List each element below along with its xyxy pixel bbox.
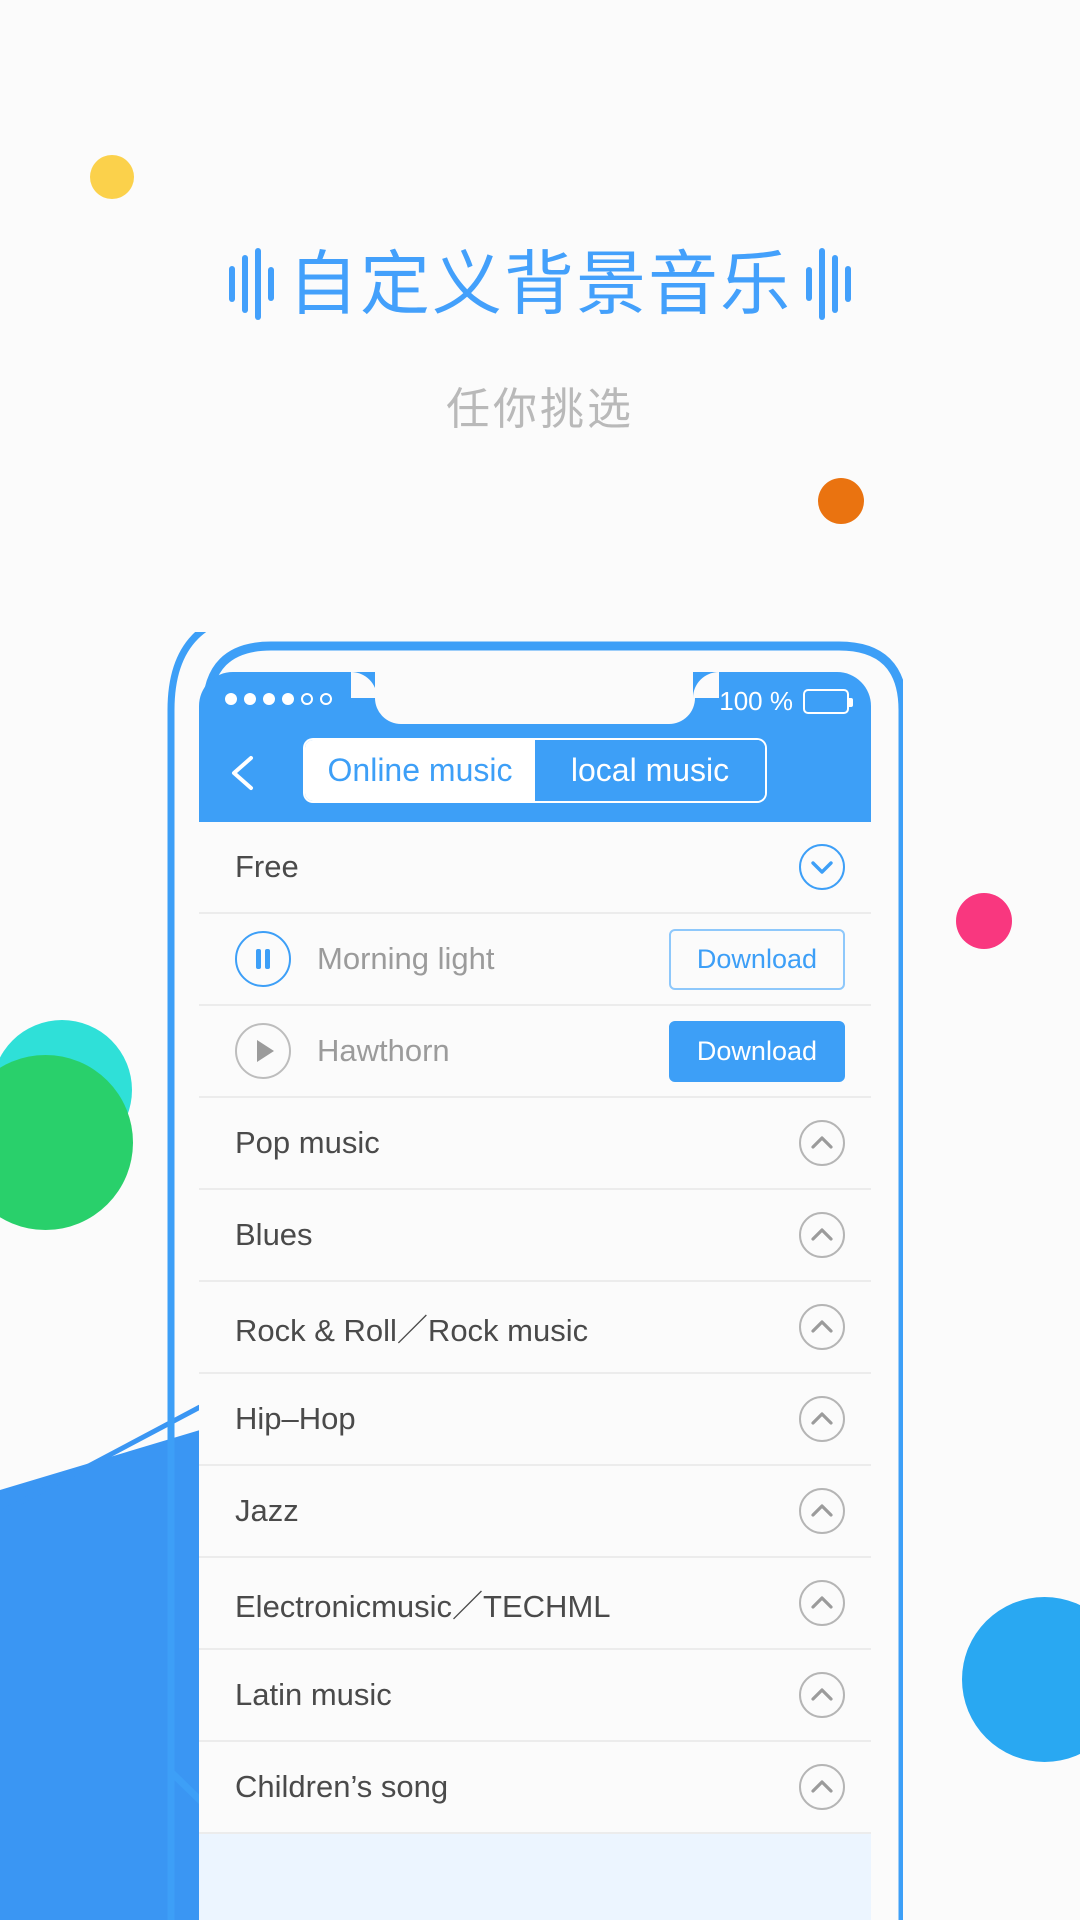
chevron-up-icon[interactable] bbox=[799, 1212, 845, 1258]
battery-icon bbox=[803, 689, 853, 714]
music-list: Free Morning light Download Hawthorn Dow… bbox=[199, 822, 871, 1920]
genre-label: Latin music bbox=[235, 1677, 392, 1712]
chevron-up-icon[interactable] bbox=[799, 1488, 845, 1534]
chevron-left-icon bbox=[232, 756, 253, 790]
sound-wave-icon-right bbox=[806, 248, 851, 320]
track-row[interactable]: Morning light Download bbox=[199, 914, 871, 1006]
genre-row[interactable]: Latin music bbox=[199, 1650, 871, 1742]
decor-dot-yellow bbox=[90, 155, 134, 199]
genre-label: Children’s song bbox=[235, 1769, 449, 1804]
decor-dot-orange bbox=[818, 478, 864, 524]
pause-icon[interactable] bbox=[235, 931, 291, 987]
download-button[interactable]: Download bbox=[668, 1020, 845, 1082]
genre-label: Blues bbox=[235, 1217, 313, 1252]
genre-label: Rock & Roll／Rock music bbox=[235, 1312, 589, 1348]
chevron-up-icon[interactable] bbox=[799, 1580, 845, 1626]
track-title: Morning light bbox=[317, 941, 495, 976]
chevron-up-icon[interactable] bbox=[799, 1120, 845, 1166]
tab-local-music[interactable]: local music bbox=[535, 740, 765, 801]
decor-dot-blue bbox=[962, 1597, 1080, 1762]
sound-wave-icon-left bbox=[229, 248, 274, 320]
tab-online-music[interactable]: Online music bbox=[305, 740, 535, 801]
battery-percent-label: 100 % bbox=[719, 686, 793, 716]
page-title-text: 自定义背景音乐 bbox=[288, 243, 792, 325]
genre-row[interactable]: Electronicmusic／TECHML bbox=[199, 1558, 871, 1650]
genre-label: Electronicmusic／TECHML bbox=[235, 1588, 611, 1624]
notch-corner-right bbox=[693, 672, 719, 698]
genre-row[interactable]: Jazz bbox=[199, 1466, 871, 1558]
back-button[interactable] bbox=[221, 750, 267, 796]
chevron-down-icon[interactable] bbox=[799, 844, 845, 890]
chevron-up-icon[interactable] bbox=[799, 1764, 845, 1810]
decor-dot-pink bbox=[956, 893, 1012, 949]
battery-status: 100 % bbox=[719, 686, 853, 717]
signal-strength-icon bbox=[225, 693, 332, 705]
genre-row[interactable]: Children’s song bbox=[199, 1742, 871, 1834]
source-tab-group: Online music local music bbox=[305, 740, 765, 801]
section-header-free[interactable]: Free bbox=[199, 822, 871, 914]
notch-corner-left bbox=[351, 672, 377, 698]
genre-row[interactable]: Rock & Roll／Rock music bbox=[199, 1282, 871, 1374]
page-title: 自定义背景音乐 bbox=[0, 248, 1080, 320]
genre-label: Pop music bbox=[235, 1125, 380, 1160]
list-footer-area bbox=[199, 1834, 871, 1920]
chevron-up-icon[interactable] bbox=[799, 1304, 845, 1350]
phone-notch bbox=[375, 672, 695, 724]
track-row[interactable]: Hawthorn Download bbox=[199, 1006, 871, 1098]
genre-row[interactable]: Blues bbox=[199, 1190, 871, 1282]
phone-screen: 100 % Online music local music Free Morn… bbox=[199, 672, 871, 1920]
chevron-up-icon[interactable] bbox=[799, 1396, 845, 1442]
genre-label: Hip–Hop bbox=[235, 1401, 356, 1436]
phone-mockup: 100 % Online music local music Free Morn… bbox=[163, 632, 903, 1920]
play-icon[interactable] bbox=[235, 1023, 291, 1079]
chevron-up-icon[interactable] bbox=[799, 1672, 845, 1718]
genre-label: Jazz bbox=[235, 1493, 299, 1528]
download-button[interactable]: Download bbox=[668, 928, 845, 990]
genre-row[interactable]: Pop music bbox=[199, 1098, 871, 1190]
genre-row[interactable]: Hip–Hop bbox=[199, 1374, 871, 1466]
page-subtitle: 任你挑选 bbox=[446, 384, 634, 435]
section-header-label: Free bbox=[235, 849, 299, 884]
track-title: Hawthorn bbox=[317, 1033, 450, 1068]
navigation-bar: Online music local music bbox=[199, 724, 871, 822]
